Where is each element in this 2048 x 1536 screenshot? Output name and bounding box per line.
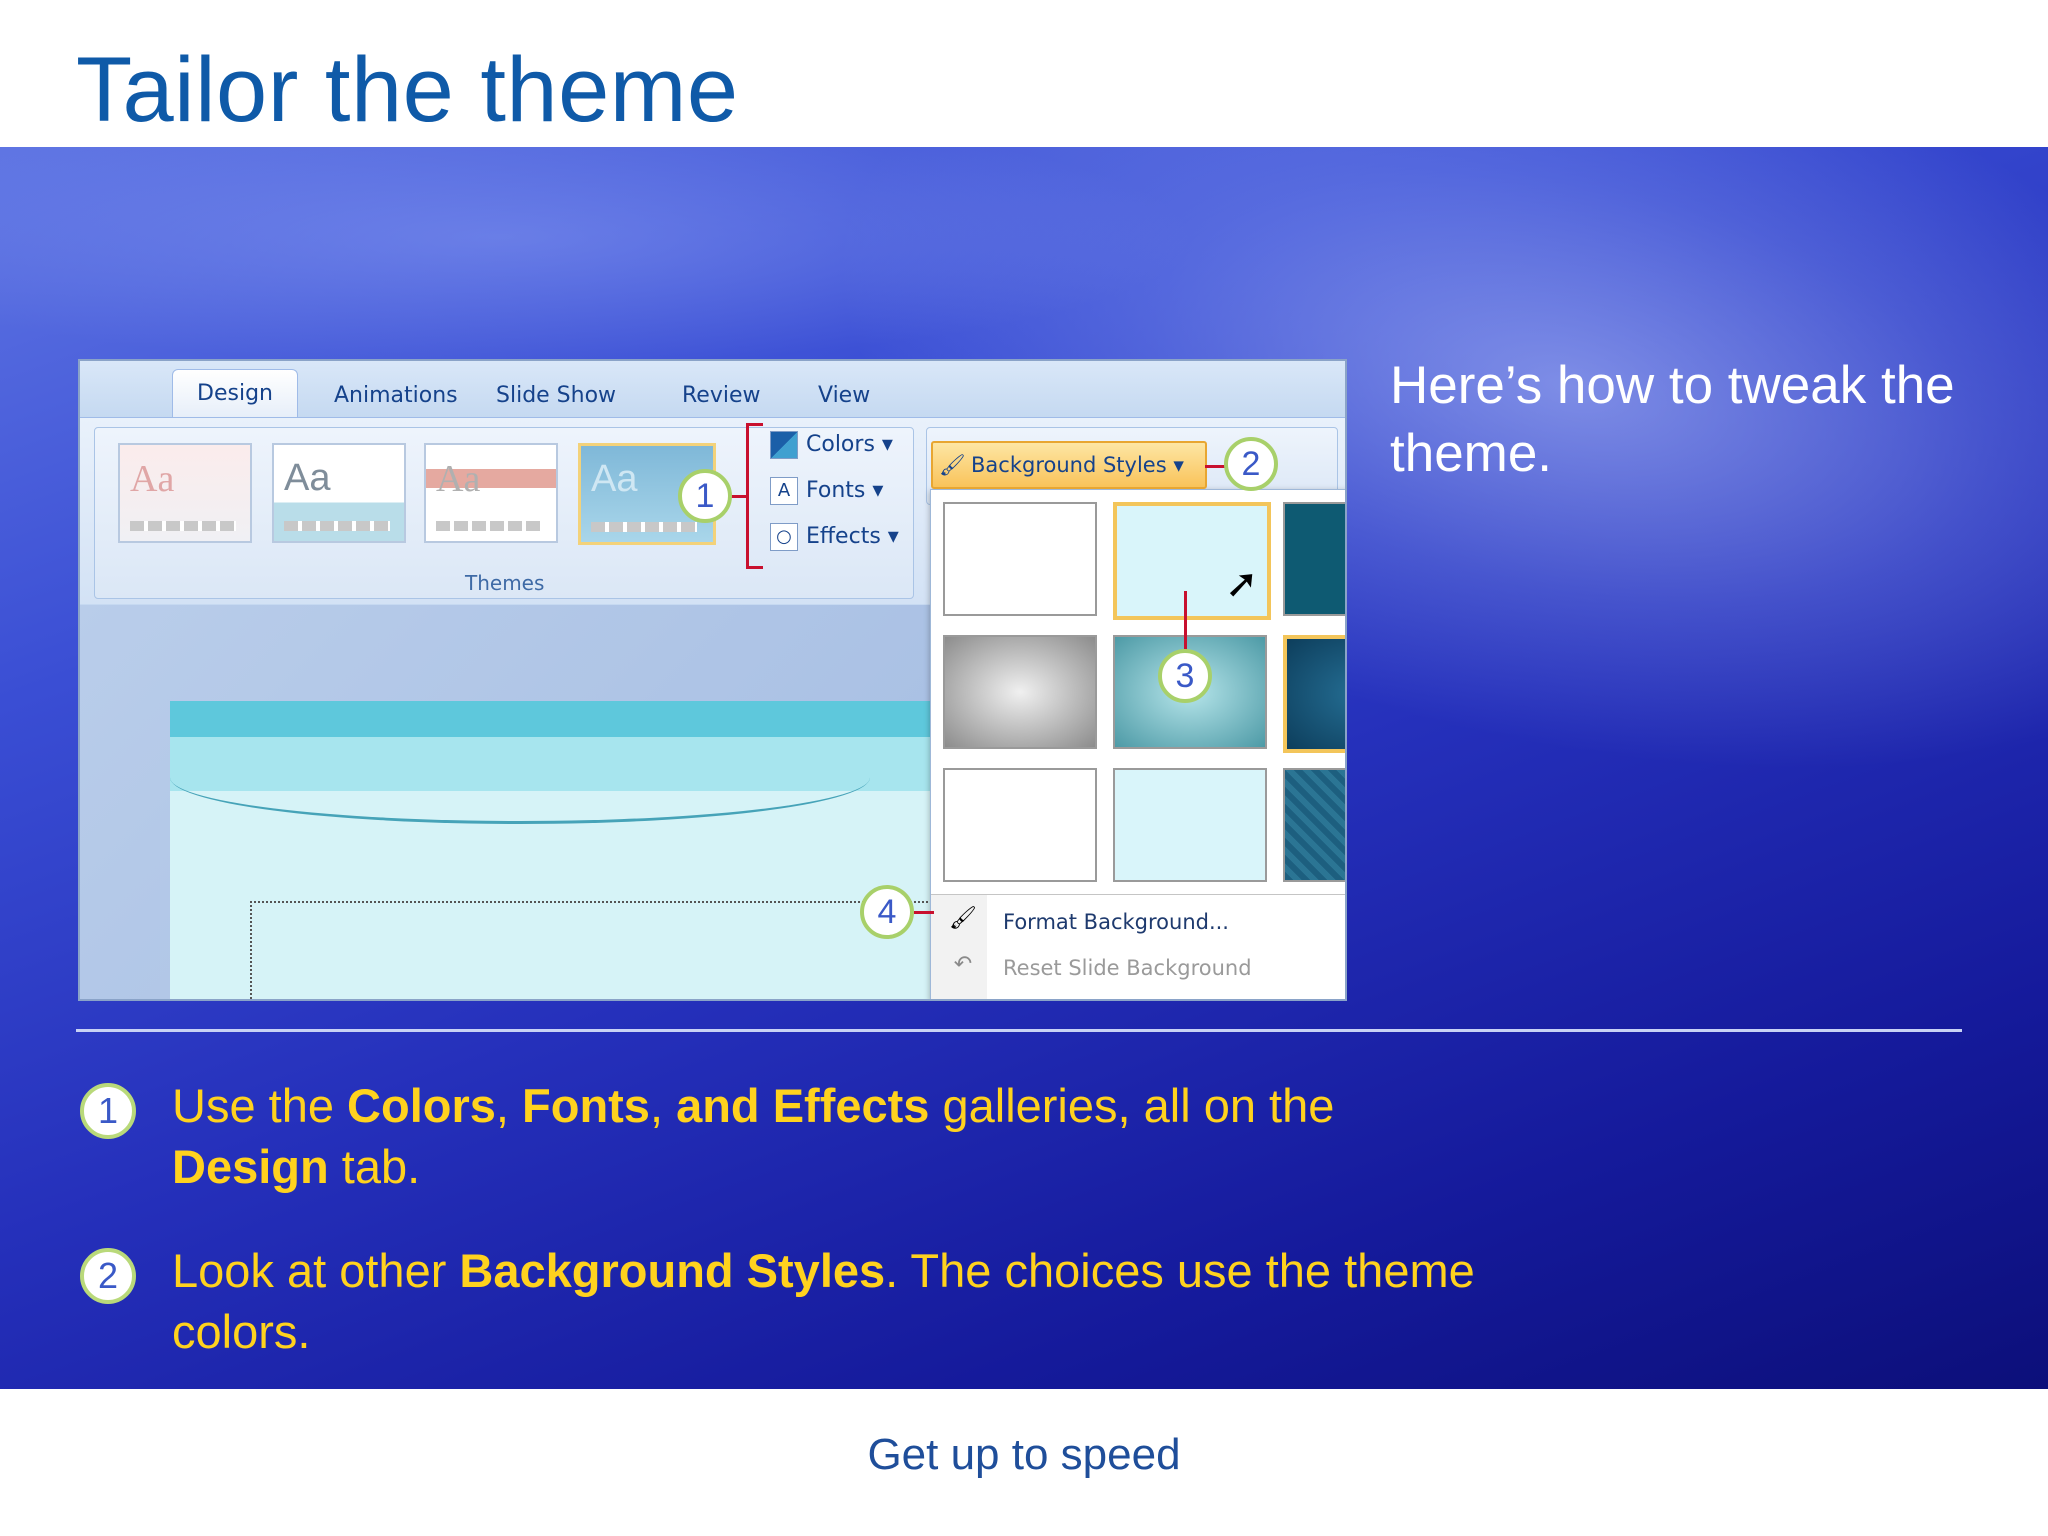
theme-color-strip <box>130 521 236 531</box>
menu-separator <box>931 894 1345 895</box>
fonts-button[interactable]: A Fonts ▾ <box>770 477 883 505</box>
callout-line <box>1184 591 1187 651</box>
slide-curve <box>170 731 870 824</box>
footer-text: Get up to speed <box>867 1430 1181 1479</box>
effects-icon: ○ <box>770 523 798 551</box>
theme-thumb-label: Aa <box>591 458 638 500</box>
themes-group-label: Themes <box>465 571 545 595</box>
theme-thumb-label: Aa <box>130 458 175 500</box>
chevron-down-icon: ▾ <box>1173 453 1184 477</box>
powerpoint-screenshot: Design Animations Slide Show Review View… <box>78 359 1347 1001</box>
mouse-pointer-icon: ➚ <box>1225 561 1259 607</box>
slide-placeholder <box>250 901 952 999</box>
theme-thumbnail[interactable]: Aa <box>424 443 558 543</box>
effects-button[interactable]: ○ Effects ▾ <box>770 523 899 551</box>
intro-text: Here’s how to tweak the theme. <box>1390 356 1955 483</box>
fonts-label: Fonts <box>806 478 866 503</box>
theme-color-strip <box>436 521 542 531</box>
background-style-swatch[interactable] <box>1283 768 1345 882</box>
divider-line <box>76 1029 1962 1032</box>
background-style-swatch[interactable] <box>943 502 1097 616</box>
paint-bucket-icon: 🖌 <box>949 906 977 931</box>
chevron-down-icon: ▾ <box>872 478 884 503</box>
chevron-down-icon: ▾ <box>881 432 893 457</box>
background-style-swatch-selected[interactable] <box>1283 635 1345 753</box>
callout-badge: 1 <box>678 469 732 523</box>
colors-label: Colors <box>806 432 875 457</box>
callout-badge: 4 <box>860 885 914 939</box>
reset-slide-background-menu-item[interactable]: Reset Slide Background <box>1003 956 1252 980</box>
background-style-swatch[interactable] <box>943 768 1097 882</box>
slide-title: Tailor the theme <box>76 39 739 141</box>
format-background-menu-item[interactable]: Format Background... <box>1003 910 1229 934</box>
content-band: Design Animations Slide Show Review View… <box>0 147 2048 1389</box>
ribbon-tab-bar: Design Animations Slide Show Review View <box>80 361 1345 418</box>
theme-thumbnail[interactable]: Aa <box>272 443 406 543</box>
callout-badge: 2 <box>1224 437 1278 491</box>
callout-line <box>914 911 934 914</box>
tab-animations[interactable]: Animations <box>334 383 458 408</box>
theme-thumb-label: Aa <box>284 457 331 499</box>
effects-label: Effects <box>806 524 881 549</box>
theme-color-strip <box>591 522 697 532</box>
background-style-swatch[interactable] <box>943 635 1097 749</box>
tab-review[interactable]: Review <box>682 383 761 408</box>
step-number-badge: 2 <box>80 1248 136 1304</box>
tab-slide-show[interactable]: Slide Show <box>496 383 616 408</box>
background-style-swatch[interactable] <box>1113 768 1267 882</box>
background-styles-label: Background Styles <box>971 453 1167 477</box>
colors-icon <box>770 431 798 459</box>
background-styles-gallery: 🖌 Format Background... ↶ Reset Slide Bac… <box>930 489 1345 999</box>
tab-design[interactable]: Design <box>172 369 298 418</box>
callout-bracket <box>746 423 763 569</box>
reset-icon: ↶ <box>953 952 973 977</box>
theme-color-strip <box>284 521 390 531</box>
fonts-icon: A <box>770 477 798 505</box>
chevron-down-icon: ▾ <box>887 524 899 549</box>
paint-bucket-icon: 🖌 <box>939 453 966 477</box>
background-style-swatch[interactable] <box>1283 502 1345 616</box>
step-text: Use the Colors, Fonts, and Effects galle… <box>172 1079 1335 1193</box>
background-styles-button[interactable]: 🖌 Background Styles ▾ <box>931 441 1207 489</box>
theme-thumbnail[interactable]: Aa <box>118 443 252 543</box>
callout-badge: 3 <box>1158 649 1212 703</box>
step-number-badge: 1 <box>80 1083 136 1139</box>
colors-button[interactable]: Colors ▾ <box>770 431 893 459</box>
step-text: Look at other Background Styles. The cho… <box>172 1244 1475 1358</box>
theme-thumb-label: Aa <box>436 458 481 500</box>
tab-view[interactable]: View <box>818 383 870 408</box>
